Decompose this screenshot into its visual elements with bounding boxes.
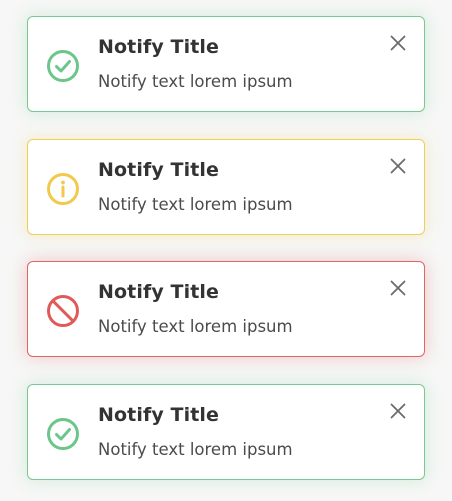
check-circle-icon: [46, 417, 80, 451]
notification-warning: Notify Title Notify text lorem ipsum: [27, 139, 425, 235]
notification-error: Notify Title Notify text lorem ipsum: [27, 261, 425, 357]
close-icon[interactable]: [388, 401, 408, 421]
close-icon[interactable]: [388, 156, 408, 176]
notification-title: Notify Title: [98, 159, 219, 181]
notification-title: Notify Title: [98, 281, 219, 303]
close-icon[interactable]: [388, 33, 408, 53]
check-circle-icon: [46, 49, 80, 83]
notification-success: Notify Title Notify text lorem ipsum: [27, 16, 425, 112]
notification-text: Notify text lorem ipsum: [98, 440, 293, 459]
notification-success: Notify Title Notify text lorem ipsum: [27, 384, 425, 480]
info-circle-icon: [46, 172, 80, 206]
notification-text: Notify text lorem ipsum: [98, 317, 293, 336]
notification-text: Notify text lorem ipsum: [98, 195, 293, 214]
close-icon[interactable]: [388, 278, 408, 298]
notification-text: Notify text lorem ipsum: [98, 72, 293, 91]
notification-stack: Notify Title Notify text lorem ipsum Not…: [0, 0, 452, 501]
notification-title: Notify Title: [98, 404, 219, 426]
notification-title: Notify Title: [98, 36, 219, 58]
prohibited-circle-icon: [46, 294, 80, 328]
